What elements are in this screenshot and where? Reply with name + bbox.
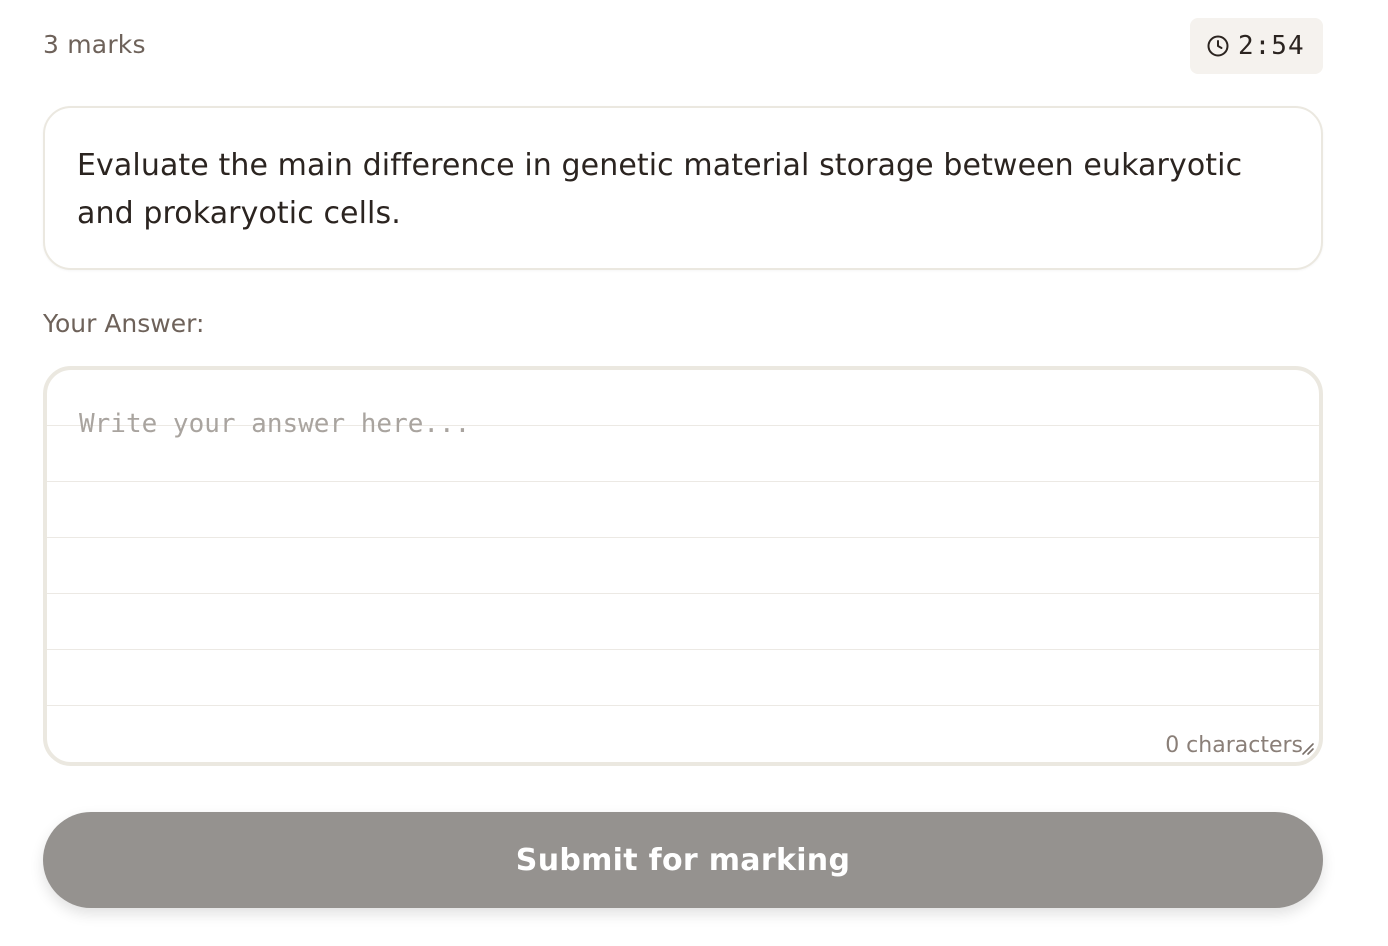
timer-value: 2:54 bbox=[1238, 31, 1305, 61]
submit-for-marking-button[interactable]: Submit for marking bbox=[43, 812, 1323, 908]
answer-box: 0 characters bbox=[43, 366, 1323, 766]
question-page: 3 marks 2:54 Evaluate the main differenc… bbox=[0, 0, 1388, 946]
question-card: Evaluate the main difference in genetic … bbox=[43, 106, 1323, 270]
resize-handle-icon[interactable] bbox=[1299, 740, 1315, 756]
question-text: Evaluate the main difference in genetic … bbox=[77, 148, 1243, 231]
timer-badge: 2:54 bbox=[1190, 18, 1323, 74]
character-count: 0 characters bbox=[1165, 733, 1303, 758]
clock-icon bbox=[1206, 34, 1230, 58]
marks-label: 3 marks bbox=[43, 30, 146, 59]
answer-label: Your Answer: bbox=[43, 309, 205, 338]
answer-textarea[interactable] bbox=[47, 370, 1319, 762]
